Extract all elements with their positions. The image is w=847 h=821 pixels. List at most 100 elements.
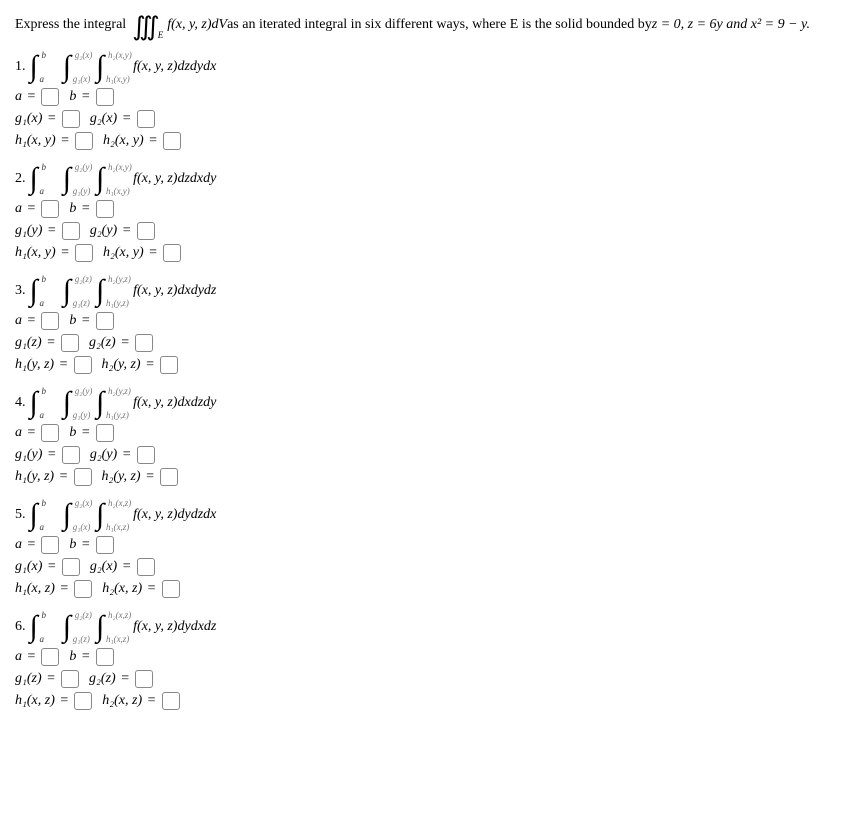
limit-input[interactable] bbox=[96, 200, 114, 218]
limit-label: h₂(x, y) = bbox=[103, 133, 159, 149]
limit-label: g₁(z) = bbox=[15, 671, 57, 687]
limit-input[interactable] bbox=[96, 648, 114, 666]
integral-symbol: g₂(x)∫g₁(x) bbox=[63, 500, 71, 530]
integral-symbol: h₂(x,z)∫h₁(x,z) bbox=[96, 612, 104, 642]
integral-icon: ∫ bbox=[30, 612, 38, 642]
integral-icon: ∫ bbox=[63, 276, 71, 306]
upper-limit: g₂(x) bbox=[75, 498, 93, 508]
limit-input[interactable] bbox=[62, 446, 80, 464]
integral-symbol: g₂(y)∫g₁(y) bbox=[63, 164, 71, 194]
limit-label: a = bbox=[15, 201, 37, 217]
limits-row: a =b = bbox=[15, 424, 832, 442]
limit-input[interactable] bbox=[41, 200, 59, 218]
lower-limit: h₁(x,z) bbox=[106, 522, 129, 532]
lower-limit: g₁(z) bbox=[73, 298, 90, 308]
integral-icon: ∫ bbox=[96, 276, 104, 306]
upper-limit: b bbox=[42, 610, 47, 620]
limit-input[interactable] bbox=[137, 446, 155, 464]
limit-input[interactable] bbox=[163, 132, 181, 150]
limit-input[interactable] bbox=[96, 312, 114, 330]
limit-label: h₁(x, z) = bbox=[15, 581, 70, 597]
limit-label: a = bbox=[15, 537, 37, 553]
limit-input[interactable] bbox=[135, 670, 153, 688]
limit-input[interactable] bbox=[75, 244, 93, 262]
limit-label: h₁(x, z) = bbox=[15, 693, 70, 709]
limit-input[interactable] bbox=[96, 536, 114, 554]
limit-input[interactable] bbox=[135, 334, 153, 352]
limit-input[interactable] bbox=[41, 88, 59, 106]
part-number: 2. bbox=[15, 171, 26, 187]
integral-icon: ∫ bbox=[96, 500, 104, 530]
limit-input[interactable] bbox=[62, 222, 80, 240]
limit-input[interactable] bbox=[41, 648, 59, 666]
limit-input[interactable] bbox=[74, 692, 92, 710]
limit-input[interactable] bbox=[74, 356, 92, 374]
integral-icon: ∫ bbox=[30, 276, 38, 306]
integral-symbol: b∫a bbox=[30, 164, 38, 194]
limit-input[interactable] bbox=[137, 110, 155, 128]
integral-icon: ∫ bbox=[63, 164, 71, 194]
limits-row: a = b = bbox=[15, 200, 832, 218]
problem-statement: Express the integral ∭ E f(x, y, z)dV as… bbox=[15, 10, 832, 40]
limit-input[interactable] bbox=[41, 424, 59, 442]
limits-row: g₁(y) =g₂(y) = bbox=[15, 446, 832, 464]
upper-limit: h₂(x,y) bbox=[108, 50, 132, 60]
lower-limit: a bbox=[40, 634, 45, 644]
limit-input[interactable] bbox=[41, 312, 59, 330]
limit-label: g₁(y) = bbox=[15, 447, 58, 463]
integrand: f(x, y, z)dzdxdy bbox=[133, 171, 216, 187]
limit-input[interactable] bbox=[137, 558, 155, 576]
integral-icon: ∫ bbox=[96, 612, 104, 642]
lower-limit: h₁(x,y) bbox=[106, 74, 130, 84]
integral-symbol: b∫a bbox=[30, 500, 38, 530]
limits-row: g₁(z) =g₂(z) = bbox=[15, 334, 832, 352]
limit-input[interactable] bbox=[160, 356, 178, 374]
limits-row: a = b = bbox=[15, 648, 832, 666]
integral-expression: 1.b∫ag₂(x)∫g₁(x)h₂(x,y)∫h₁(x,y)f(x, y, z… bbox=[15, 52, 832, 82]
integral-symbol: h₂(x,z)∫h₁(x,z) bbox=[96, 500, 104, 530]
limit-input[interactable] bbox=[75, 132, 93, 150]
limit-input[interactable] bbox=[74, 468, 92, 486]
limit-label: g₁(y) = bbox=[15, 223, 58, 239]
integral-symbol: b∫a bbox=[30, 52, 38, 82]
integrand: f(x, y, z)dydzdx bbox=[133, 507, 216, 523]
limit-input[interactable] bbox=[41, 536, 59, 554]
limit-label: g₂(z) = bbox=[89, 335, 131, 351]
integral-expression: 2.b∫ag₂(y)∫g₁(y)h₂(x,y)∫h₁(x,y)f(x, y, z… bbox=[15, 164, 832, 194]
upper-limit: b bbox=[42, 162, 47, 172]
limit-input[interactable] bbox=[61, 334, 79, 352]
lower-limit: g₁(x) bbox=[73, 74, 91, 84]
limit-label: h₂(x, y) = bbox=[103, 245, 159, 261]
limits-row: h₁(x, z) =h₂(x, z) = bbox=[15, 580, 832, 598]
upper-limit: g₂(z) bbox=[75, 274, 92, 284]
upper-limit: b bbox=[42, 498, 47, 508]
limit-input[interactable] bbox=[74, 580, 92, 598]
lower-limit: g₁(z) bbox=[73, 634, 90, 644]
limit-input[interactable] bbox=[62, 558, 80, 576]
limit-label: h₂(x, z) = bbox=[102, 693, 157, 709]
part-number: 6. bbox=[15, 619, 26, 635]
integrand: f(x, y, z)dydxdz bbox=[133, 619, 216, 635]
lower-limit: h₁(y,z) bbox=[106, 410, 129, 420]
limits-row: g₁(z) =g₂(z) = bbox=[15, 670, 832, 688]
limit-input[interactable] bbox=[160, 468, 178, 486]
limit-input[interactable] bbox=[162, 692, 180, 710]
limit-input[interactable] bbox=[163, 244, 181, 262]
limit-input[interactable] bbox=[61, 670, 79, 688]
lower-limit: a bbox=[40, 74, 45, 84]
limits-row: a =b = bbox=[15, 536, 832, 554]
limit-label: b = bbox=[69, 201, 91, 217]
limit-input[interactable] bbox=[162, 580, 180, 598]
limit-label: a = bbox=[15, 649, 37, 665]
integral-symbol: h₂(y,z)∫h₁(y,z) bbox=[96, 276, 104, 306]
integral-symbol: g₂(z)∫g₁(z) bbox=[63, 276, 71, 306]
limit-input[interactable] bbox=[96, 424, 114, 442]
limit-input[interactable] bbox=[96, 88, 114, 106]
limit-input[interactable] bbox=[137, 222, 155, 240]
lower-limit: a bbox=[40, 186, 45, 196]
limit-label: b = bbox=[69, 649, 91, 665]
lower-limit: a bbox=[40, 410, 45, 420]
limit-input[interactable] bbox=[62, 110, 80, 128]
integral-symbol: h₂(y,z)∫h₁(y,z) bbox=[96, 388, 104, 418]
integral-symbol: g₂(x)∫g₁(x) bbox=[63, 52, 71, 82]
